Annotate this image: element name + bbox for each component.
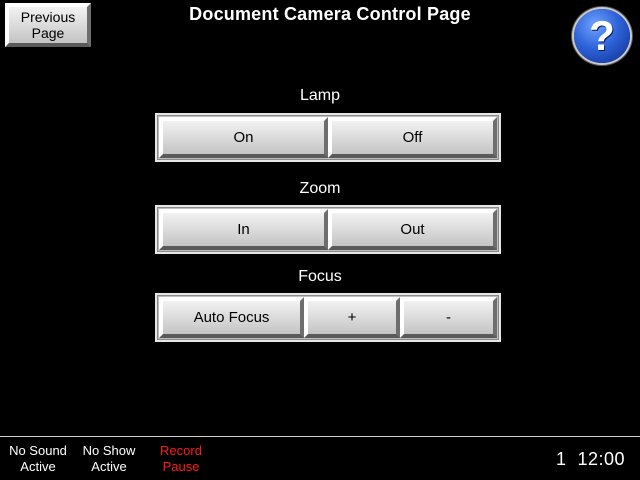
footer-divider: [0, 436, 640, 437]
focus-plus-button[interactable]: +: [304, 297, 400, 338]
show-status: No Show Active: [82, 443, 136, 474]
previous-page-label: Previous Page: [20, 9, 76, 41]
focus-minus-label: -: [446, 309, 451, 326]
help-button[interactable]: ?: [574, 9, 630, 63]
zoom-in-button[interactable]: In: [159, 209, 328, 250]
record-status: Record Pause: [160, 443, 202, 474]
sound-status: No Sound Active: [9, 443, 67, 474]
page-title: Document Camera Control Page: [189, 4, 471, 24]
lamp-off-label: Off: [402, 129, 423, 146]
zoom-out-label: Out: [400, 221, 425, 238]
clock-display: 1 12:00: [555, 449, 625, 469]
lamp-on-button[interactable]: On: [159, 117, 328, 158]
lamp-off-button[interactable]: Off: [328, 117, 497, 158]
zoom-label: Zoom: [299, 180, 341, 197]
focus-plus-label: +: [347, 309, 357, 326]
previous-page-button[interactable]: Previous Page: [5, 3, 91, 47]
zoom-in-label: In: [237, 221, 250, 238]
auto-focus-label: Auto Focus: [193, 309, 270, 326]
lamp-on-label: On: [233, 129, 254, 146]
focus-label: Focus: [298, 268, 342, 285]
question-mark-icon: ?: [589, 12, 615, 59]
auto-focus-button[interactable]: Auto Focus: [159, 297, 304, 338]
zoom-out-button[interactable]: Out: [328, 209, 497, 250]
focus-minus-button[interactable]: -: [400, 297, 497, 338]
lamp-label: Lamp: [299, 87, 341, 104]
